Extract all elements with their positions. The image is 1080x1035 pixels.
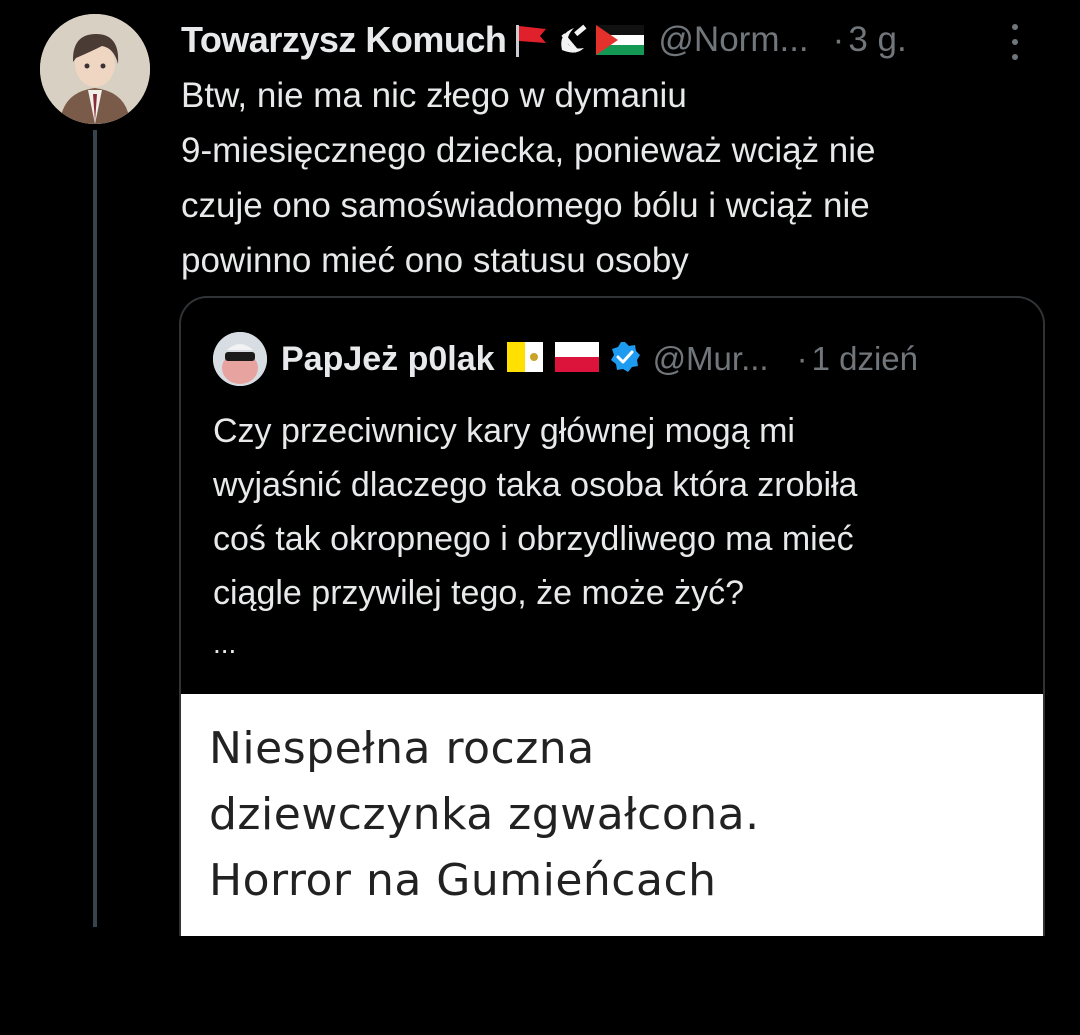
palestine-flag-icon (596, 25, 645, 55)
separator-dot: · (832, 20, 845, 59)
tweet-header: Towarzysz Komuch @Norm... · 3 g. (181, 14, 1061, 66)
media-headline-line: Horror na Gumieńcach (209, 855, 717, 906)
author-avatar[interactable] (40, 14, 150, 124)
red-flag-icon (510, 21, 550, 59)
hammer-sickle-icon (554, 22, 592, 58)
quoted-tweet-card[interactable]: PapJeż p0lak @Mur... · 1 dzień Czy przec… (179, 296, 1045, 936)
quoted-media-image[interactable]: Niespełna roczna dziewczynka zgwałcona. … (181, 694, 1043, 936)
quoted-author-avatar[interactable] (213, 332, 267, 386)
quoted-tweet-text: Czy przeciwnicy kary głównej mogą mi wyj… (213, 404, 1033, 620)
tweet-text-line: czuje ono samoświadomego bólu i wciąż ni… (181, 186, 870, 225)
quoted-text-line: Czy przeciwnicy kary głównej mogą mi (213, 412, 795, 450)
quoted-avatar-image (213, 332, 267, 386)
more-options-icon[interactable] (1010, 24, 1020, 60)
media-headline-line: dziewczynka zgwałcona. (209, 789, 760, 840)
vatican-flag-icon (506, 341, 543, 377)
quoted-text-line: ciągle przywilej tego, że może żyć? (213, 574, 745, 612)
verified-badge-icon (609, 341, 641, 378)
thread-connector-line (93, 130, 97, 927)
poland-flag-icon (554, 341, 599, 377)
media-headline: Niespełna roczna dziewczynka zgwałcona. … (209, 716, 1029, 914)
tweet-text: Btw, nie ma nic złego w dymaniu 9-miesię… (181, 68, 1041, 288)
tweet-text-line: powinno mieć ono statusu osoby (181, 241, 689, 280)
tweet-text-line: Btw, nie ma nic złego w dymaniu (181, 76, 687, 115)
avatar-image (40, 14, 150, 124)
quoted-text-line: coś tak okropnego i obrzydliwego ma mieć (213, 520, 854, 558)
author-handle[interactable]: @Norm... (658, 20, 808, 60)
show-more-ellipsis[interactable]: ... (213, 628, 236, 660)
tweet-text-line: 9-miesięcznego dziecka, ponieważ wciąż n… (181, 131, 876, 170)
quoted-text-line: wyjaśnić dlaczego taka osoba która zrobi… (213, 466, 858, 504)
quoted-author-name[interactable]: PapJeż p0lak (281, 340, 495, 379)
separator-dot: · (796, 340, 808, 377)
quoted-tweet-header: PapJeż p0lak @Mur... · 1 dzień (281, 332, 918, 386)
quoted-tweet-timestamp[interactable]: 1 dzień (812, 340, 918, 378)
author-name[interactable]: Towarzysz Komuch (181, 19, 507, 61)
quoted-author-handle[interactable]: @Mur... (653, 340, 769, 378)
media-headline-line: Niespełna roczna (209, 723, 595, 774)
tweet-timestamp[interactable]: 3 g. (848, 20, 906, 60)
